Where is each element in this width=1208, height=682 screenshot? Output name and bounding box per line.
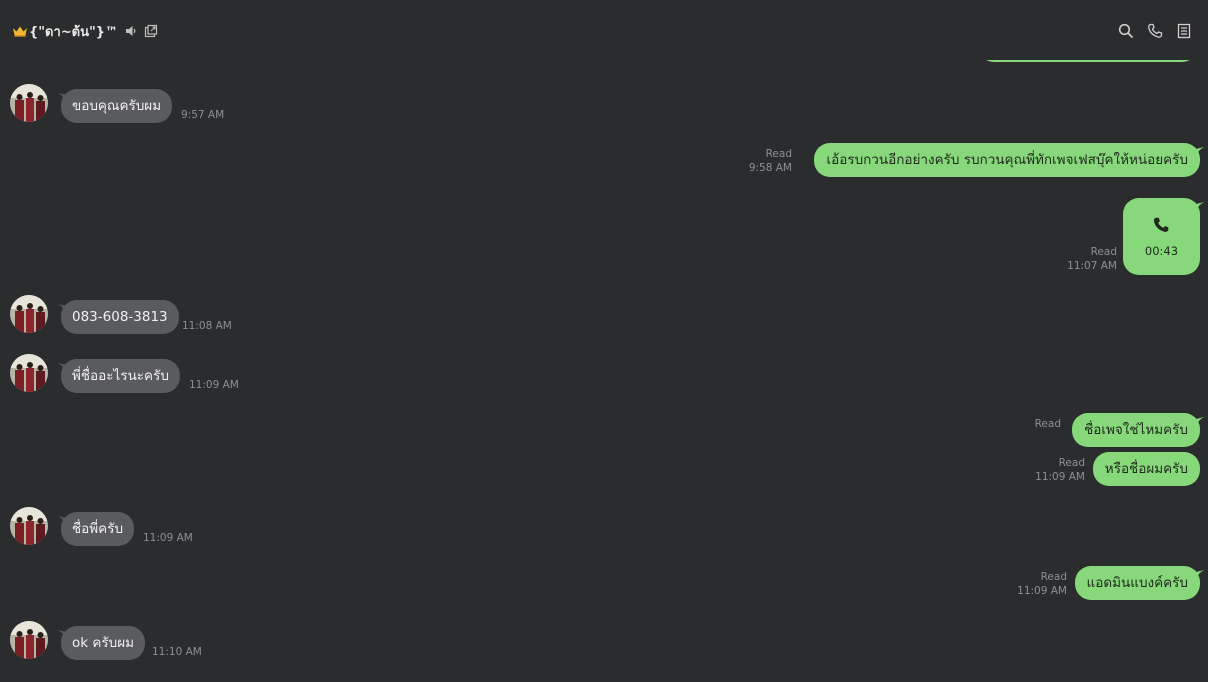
contact-avatar[interactable] — [10, 621, 48, 659]
message-time: 11:09 AM — [189, 379, 239, 391]
contact-avatar[interactable] — [10, 507, 48, 545]
chat-title[interactable]: {"ดา~ต้น"}™ — [29, 21, 118, 42]
message-meta: Read 11:09 AM — [1017, 570, 1067, 598]
message-time: 11:10 AM — [152, 646, 202, 658]
message-time: 11:09 AM — [1017, 585, 1067, 597]
bubble-tail — [1196, 201, 1208, 211]
read-receipt: Read — [1034, 418, 1061, 430]
message-time: 11:08 AM — [182, 320, 232, 332]
message-time: 11:09 AM — [143, 532, 193, 544]
call-duration: 00:43 — [1144, 244, 1179, 258]
message-meta: Read 9:58 AM — [749, 147, 792, 175]
phone-icon[interactable] — [1147, 22, 1163, 40]
outgoing-message[interactable]: หรือชื่อผมครับ — [1092, 452, 1200, 486]
message-meta: Read 11:09 AM — [1035, 456, 1085, 484]
incoming-message[interactable]: พี่ชื่ออะไรนะครับ — [61, 359, 180, 393]
message-time: 9:57 AM — [181, 109, 225, 121]
bubble-tail — [1196, 569, 1208, 579]
chat-window: {"ดา~ต้น"}™ ขอบคุณครับผม 9:57 AM Read 9:… — [0, 0, 1208, 682]
crown-icon — [12, 25, 28, 37]
search-icon[interactable] — [1118, 22, 1134, 40]
phone-call-icon — [1153, 217, 1169, 232]
call-message[interactable]: 00:43 — [1123, 198, 1200, 275]
outgoing-message[interactable]: ชื่อเพจใช่ไหมครับ — [1072, 413, 1200, 447]
mute-icon[interactable] — [124, 24, 138, 38]
contact-avatar[interactable] — [10, 84, 48, 122]
incoming-message[interactable]: ขอบคุณครับผม — [61, 89, 173, 123]
read-receipt: Read — [1040, 571, 1067, 583]
bubble-tail — [1196, 416, 1208, 426]
outgoing-message[interactable]: เอ้อรบกวนอีกอย่างครับ รบกวนคุณพี่ทักเพจเ… — [814, 143, 1200, 177]
header-actions — [1118, 22, 1192, 40]
message-time: 11:09 AM — [1035, 471, 1085, 483]
incoming-message[interactable]: ok ครับผม — [61, 626, 146, 660]
message-time: 9:58 AM — [748, 162, 792, 174]
bubble-tail — [1196, 146, 1208, 156]
read-receipt: Read — [1058, 457, 1085, 469]
incoming-message[interactable]: ชื่อพี่ครับ — [61, 512, 135, 546]
outgoing-message[interactable]: แอดมินแบงค์ครับ — [1074, 566, 1200, 600]
chat-title-group: {"ดา~ต้น"}™ — [12, 21, 158, 41]
contact-avatar[interactable] — [10, 295, 48, 333]
read-receipt: Read — [1090, 246, 1117, 258]
read-receipt: Read — [765, 148, 792, 160]
contact-avatar[interactable] — [10, 354, 48, 392]
notes-icon[interactable] — [1176, 22, 1192, 40]
chat-header: {"ดา~ต้น"}™ — [0, 0, 1208, 60]
message-time: 11:07 AM — [1067, 260, 1117, 272]
message-meta: Read 11:07 AM — [1067, 245, 1117, 273]
external-window-icon[interactable] — [144, 24, 158, 38]
incoming-message[interactable]: 083-608-3813 — [61, 300, 179, 334]
message-meta: Read — [1035, 417, 1061, 431]
